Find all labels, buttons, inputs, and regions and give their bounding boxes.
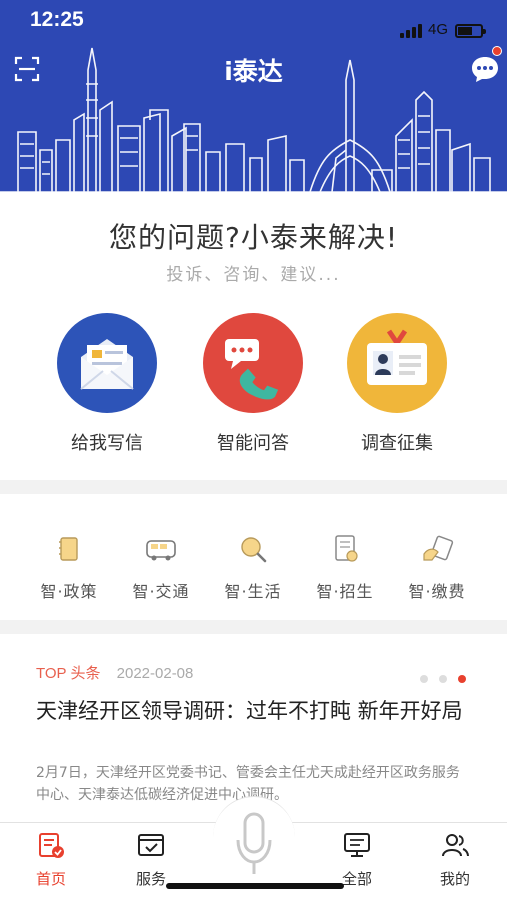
survey-button[interactable]: 调查征集 [342, 313, 452, 455]
tab-mine-label: 我的 [439, 870, 470, 888]
carousel-indicator[interactable] [420, 668, 477, 687]
app-header: 12:25 4G i泰达 [0, 0, 507, 192]
service-payment-label: 智·缴费 [408, 582, 466, 601]
smart-qa-label: 智能问答 [217, 433, 289, 454]
service-life-label: 智·生活 [224, 582, 282, 601]
service-window-icon [138, 834, 164, 856]
monitor-icon [344, 833, 370, 857]
status-time: 12:25 [30, 8, 84, 31]
carousel-dot[interactable] [420, 675, 428, 683]
unread-badge [492, 46, 502, 56]
service-life[interactable]: 智·生活 [208, 532, 298, 602]
smart-qa-button[interactable]: 智能问答 [198, 313, 308, 455]
id-card-icon [347, 313, 447, 413]
network-type: 4G [428, 21, 449, 38]
service-policy-label: 智·政策 [40, 582, 98, 601]
bus-icon [146, 540, 176, 561]
tab-all[interactable]: 全部 [322, 830, 392, 889]
battery-icon [455, 24, 486, 38]
section-divider [0, 480, 507, 494]
news-tag: TOP 头条 [36, 665, 101, 682]
phone-chat-icon [203, 313, 303, 413]
carousel-dot[interactable] [439, 675, 447, 683]
certificate-icon [335, 535, 358, 562]
hero-subtitle: 投诉、咨询、建议... [166, 265, 341, 285]
status-bar: 12:25 4G [0, 0, 507, 44]
envelope-icon [57, 313, 157, 413]
write-letter-button[interactable]: 给我写信 [52, 313, 162, 455]
survey-label: 调查征集 [361, 433, 433, 454]
tab-mine[interactable]: 我的 [420, 830, 490, 889]
service-enrollment-label: 智·招生 [316, 582, 374, 601]
carousel-dot-active[interactable] [458, 675, 466, 683]
home-indicator[interactable] [166, 883, 344, 889]
news-meta: TOP 头条 2022-02-08 [36, 662, 193, 683]
hero-title: 您的问题?小泰来解决! [108, 221, 399, 254]
service-payment[interactable]: 智·缴费 [392, 532, 482, 602]
magnifier-icon [241, 537, 267, 563]
signal-icon [400, 22, 426, 38]
app-title: i泰达 [224, 57, 283, 86]
user-group-icon [442, 834, 469, 857]
service-traffic[interactable]: 智·交通 [116, 532, 206, 602]
news-date: 2022-02-08 [116, 665, 194, 682]
service-traffic-label: 智·交通 [132, 582, 190, 601]
service-enrollment[interactable]: 智·招生 [300, 532, 390, 602]
section-divider [0, 620, 507, 634]
chat-icon[interactable] [470, 54, 500, 84]
news-headline[interactable]: 天津经开区领导调研：过年不打盹 新年开好局 [36, 696, 476, 726]
policy-book-icon [59, 537, 78, 561]
write-letter-label: 给我写信 [71, 433, 143, 454]
tab-home[interactable]: 首页 [16, 830, 86, 889]
home-doc-icon [39, 833, 64, 858]
microphone-icon[interactable] [233, 810, 275, 882]
tab-services[interactable]: 服务 [116, 830, 186, 889]
payment-icon [423, 535, 454, 561]
service-policy[interactable]: 智·政策 [24, 532, 114, 602]
tab-home-label: 首页 [35, 870, 66, 888]
